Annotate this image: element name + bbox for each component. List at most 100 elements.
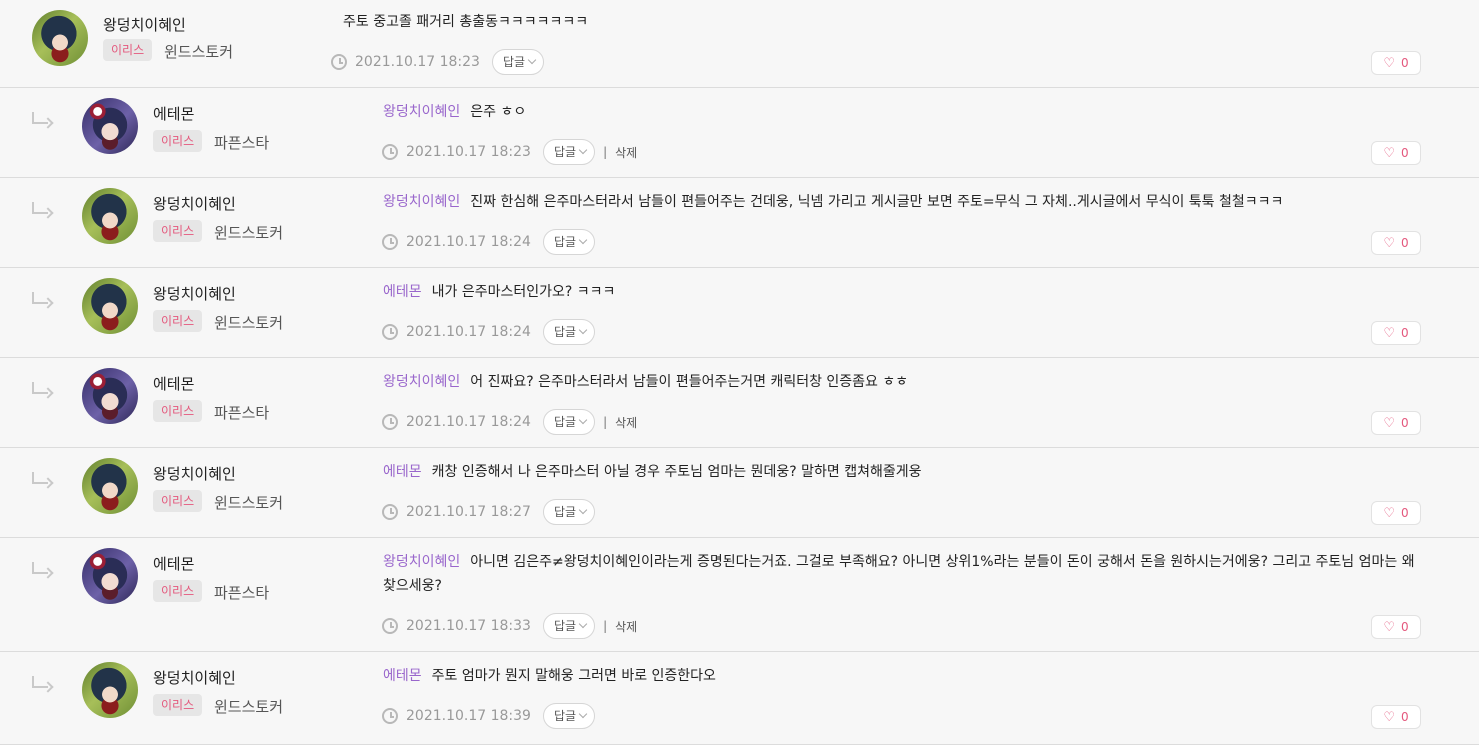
reply-button[interactable]: 답글 bbox=[542, 229, 596, 255]
like-button[interactable]: ♡ 0 bbox=[1371, 411, 1421, 435]
comment-meta: 2021.10.17 18:39 답글 bbox=[382, 703, 596, 729]
avatar[interactable] bbox=[82, 278, 138, 334]
chevron-down-icon bbox=[578, 709, 588, 719]
comment-meta: 2021.10.17 18:24 답글 bbox=[382, 319, 596, 345]
comment-meta: 2021.10.17 18:23 답글 bbox=[331, 49, 545, 75]
like-button[interactable]: ♡ 0 bbox=[1371, 321, 1421, 345]
delete-button[interactable]: 삭제 bbox=[615, 144, 637, 161]
comment-text: 주토 중고졸 패거리 총출동ㅋㅋㅋㅋㅋㅋㅋ bbox=[343, 14, 589, 30]
mention-link[interactable]: 왕덩치이혜인 bbox=[383, 194, 460, 210]
comment-body: 캐창 인증해서 나 은주마스터 아닐 경우 주토님 엄마는 뭔데웅? 말하면 캡… bbox=[431, 464, 922, 480]
like-count: 0 bbox=[1401, 506, 1409, 520]
mention-link[interactable]: 왕덩치이혜인 bbox=[383, 374, 460, 390]
world-name: 파픈스타 bbox=[214, 134, 270, 152]
comment-body: 내가 은주마스터인가오? ㅋㅋㅋ bbox=[431, 284, 616, 300]
heart-icon: ♡ bbox=[1383, 55, 1395, 71]
author-name[interactable]: 왕덩치이혜인 bbox=[153, 283, 236, 304]
world-name: 윈드스토커 bbox=[214, 698, 284, 716]
reply-button[interactable]: 답글 bbox=[542, 319, 596, 345]
reply-button[interactable]: 답글 bbox=[542, 139, 596, 165]
reply-button[interactable]: 답글 bbox=[542, 613, 596, 639]
mention-link[interactable]: 왕덩치이혜인 bbox=[383, 104, 460, 120]
clock-icon bbox=[382, 144, 398, 160]
comment-date: 2021.10.17 18:24 bbox=[406, 234, 531, 250]
avatar[interactable] bbox=[82, 98, 138, 154]
comment-body: 진짜 한심해 은주마스터라서 남들이 편들어주는 건데웅, 닉넴 가리고 게시글… bbox=[470, 194, 1284, 210]
delete-button[interactable]: 삭제 bbox=[615, 414, 637, 431]
author-name[interactable]: 에테몬 bbox=[153, 553, 194, 574]
comment-meta: 2021.10.17 18:24 답글 bbox=[382, 229, 596, 255]
author-name[interactable]: 왕덩치이혜인 bbox=[153, 193, 236, 214]
mention-link[interactable]: 에테몬 bbox=[383, 668, 422, 684]
chevron-down-icon bbox=[578, 235, 588, 245]
reply-button[interactable]: 답글 bbox=[542, 499, 596, 525]
reply-item: 에테몬 이리스 파픈스타 왕덩치이혜인 은주 ㅎㅇ 2021.10.17 18:2… bbox=[0, 88, 1479, 178]
clock-icon bbox=[382, 234, 398, 250]
avatar[interactable] bbox=[82, 368, 138, 424]
comment-text: 에테몬 주토 엄마가 뭔지 말해웅 그러면 바로 인증한다오 bbox=[383, 664, 1423, 688]
author-name[interactable]: 에테몬 bbox=[153, 373, 194, 394]
chevron-down-icon bbox=[527, 55, 537, 65]
mention-link[interactable]: 에테몬 bbox=[383, 464, 422, 480]
like-button[interactable]: ♡ 0 bbox=[1371, 231, 1421, 255]
server-badge: 이리스 bbox=[153, 400, 203, 422]
comment-meta: 2021.10.17 18:27 답글 bbox=[382, 499, 596, 525]
like-button[interactable]: ♡ 0 bbox=[1371, 51, 1421, 75]
heart-icon: ♡ bbox=[1383, 235, 1395, 251]
comment-body: 아니면 김은주≠왕덩치이혜인이라는게 증명된다는거죠. 그걸로 부족해요? 아니… bbox=[383, 554, 1415, 594]
reply-button-label: 답글 bbox=[553, 235, 577, 249]
reply-button-label: 답글 bbox=[553, 505, 577, 519]
clock-icon bbox=[382, 414, 398, 430]
clock-icon bbox=[382, 504, 398, 520]
avatar[interactable] bbox=[82, 662, 138, 718]
avatar[interactable] bbox=[32, 10, 88, 66]
author-name[interactable]: 왕덩치이혜인 bbox=[153, 667, 236, 688]
chevron-down-icon bbox=[578, 145, 588, 155]
comment-body: 주토 엄마가 뭔지 말해웅 그러면 바로 인증한다오 bbox=[431, 668, 716, 684]
world-name: 파픈스타 bbox=[214, 404, 270, 422]
author-name[interactable]: 에테몬 bbox=[153, 103, 194, 124]
clock-icon bbox=[382, 618, 398, 634]
reply-arrow-icon bbox=[32, 292, 48, 304]
reply-button[interactable]: 답글 bbox=[542, 703, 596, 729]
reply-button-label: 답글 bbox=[553, 709, 577, 723]
avatar[interactable] bbox=[82, 548, 138, 604]
like-button[interactable]: ♡ 0 bbox=[1371, 141, 1421, 165]
delete-button[interactable]: 삭제 bbox=[615, 618, 637, 635]
author-name[interactable]: 왕덩치이혜인 bbox=[103, 14, 186, 35]
like-button[interactable]: ♡ 0 bbox=[1371, 615, 1421, 639]
heart-icon: ♡ bbox=[1383, 415, 1395, 431]
heart-icon: ♡ bbox=[1383, 145, 1395, 161]
world-name: 파픈스타 bbox=[214, 584, 270, 602]
comment-date: 2021.10.17 18:23 bbox=[406, 144, 531, 160]
comment-text: 왕덩치이혜인 은주 ㅎㅇ bbox=[383, 100, 1423, 124]
avatar[interactable] bbox=[82, 458, 138, 514]
reply-button[interactable]: 답글 bbox=[542, 409, 596, 435]
like-count: 0 bbox=[1401, 710, 1409, 724]
mention-link[interactable]: 에테몬 bbox=[383, 284, 422, 300]
comment-date: 2021.10.17 18:23 bbox=[355, 54, 480, 70]
divider: | bbox=[603, 619, 608, 633]
reply-button-label: 답글 bbox=[553, 619, 577, 633]
author-name[interactable]: 왕덩치이혜인 bbox=[153, 463, 236, 484]
reply-arrow-icon bbox=[32, 676, 48, 688]
like-count: 0 bbox=[1401, 326, 1409, 340]
like-button[interactable]: ♡ 0 bbox=[1371, 501, 1421, 525]
server-badge: 이리스 bbox=[153, 694, 203, 716]
like-button[interactable]: ♡ 0 bbox=[1371, 705, 1421, 729]
clock-icon bbox=[382, 324, 398, 340]
heart-icon: ♡ bbox=[1383, 325, 1395, 341]
mention-link[interactable]: 왕덩치이혜인 bbox=[383, 554, 460, 570]
comment-meta: 2021.10.17 18:33 답글 | 삭제 bbox=[382, 613, 637, 639]
comment-body: 어 진짜요? 은주마스터라서 남들이 편들어주는거면 캐릭터창 인증좀요 ㅎㅎ bbox=[470, 374, 909, 390]
avatar[interactable] bbox=[82, 188, 138, 244]
reply-item: 왕덩치이혜인 이리스 윈드스토커 에테몬 내가 은주마스터인가오? ㅋㅋㅋ 202… bbox=[0, 268, 1479, 358]
world-name: 윈드스토커 bbox=[214, 314, 284, 332]
server-badge: 이리스 bbox=[103, 39, 153, 61]
world-name: 윈드스토커 bbox=[214, 494, 284, 512]
reply-button[interactable]: 답글 bbox=[491, 49, 545, 75]
comment-text: 왕덩치이혜인 진짜 한심해 은주마스터라서 남들이 편들어주는 건데웅, 닉넴 가… bbox=[383, 190, 1423, 214]
comment-date: 2021.10.17 18:24 bbox=[406, 324, 531, 340]
like-count: 0 bbox=[1401, 146, 1409, 160]
server-badge: 이리스 bbox=[153, 490, 203, 512]
